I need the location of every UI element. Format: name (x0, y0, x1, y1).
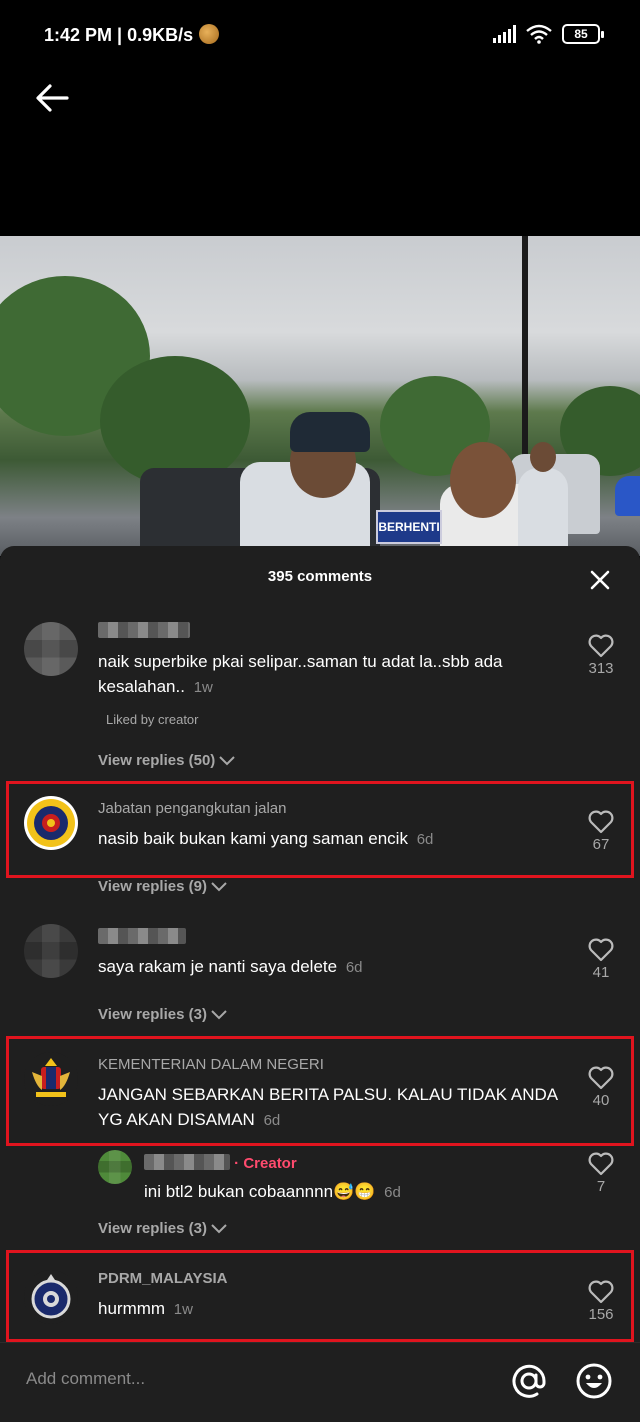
like-count: 7 (596, 1178, 606, 1195)
comment-item: saya rakam je nanti saya delete 6d 41 Vi… (0, 924, 640, 1034)
comment-text: saya rakam je nanti saya delete 6d (98, 957, 363, 976)
status-icons: 85 (493, 24, 604, 44)
mention-button[interactable] (509, 1361, 549, 1401)
view-replies-button[interactable]: View replies (3) (98, 1006, 227, 1023)
view-replies-button[interactable]: View replies (3) (98, 1220, 227, 1237)
comment-item: PDRM_MALAYSIA hurmmm 1w 156 (0, 1266, 640, 1336)
heart-outline-icon (588, 938, 614, 962)
like-button[interactable]: 156 (580, 1280, 622, 1323)
chevron-down-icon (211, 881, 227, 891)
comments-count-title: 395 comments (267, 568, 373, 585)
emoji-icon (576, 1363, 612, 1399)
like-count: 41 (592, 964, 610, 981)
chevron-down-icon (211, 1009, 227, 1019)
arrow-left-icon (36, 84, 69, 112)
at-icon (512, 1364, 546, 1398)
video-thumbnail[interactable]: BERHENTI (0, 236, 640, 556)
officer-cap (290, 412, 370, 452)
officer-head (530, 442, 556, 472)
view-replies-button[interactable]: View replies (9) (98, 878, 227, 895)
add-comment-bar: Add comment... (0, 1342, 640, 1422)
comment-username[interactable] (98, 928, 186, 948)
comment-text: JANGAN SEBARKAN BERITA PALSU. KALAU TIDA… (98, 1085, 558, 1129)
reply-username[interactable]: · Creator (144, 1154, 297, 1172)
like-button[interactable]: 7 (580, 1152, 622, 1195)
heart-outline-icon (588, 810, 614, 834)
signal-icon (493, 25, 516, 43)
liked-by-creator: Liked by creator (106, 712, 199, 727)
blurred-username (98, 622, 190, 638)
car (615, 476, 640, 516)
status-bar: 1:42 PM | 0.9KB/s 85 (0, 0, 640, 72)
avatar[interactable] (24, 1270, 78, 1324)
heart-outline-icon (588, 1066, 614, 1090)
avatar[interactable] (24, 1052, 78, 1106)
comment-text: nasib baik bukan kami yang saman encik 6… (98, 829, 434, 848)
pole (522, 236, 528, 476)
person-head (450, 442, 516, 518)
close-icon (590, 570, 610, 590)
heart-outline-icon (588, 1280, 614, 1304)
jpj-logo-icon (27, 799, 75, 847)
status-time: 1:42 PM | 0.9KB/s (44, 24, 220, 46)
like-count: 67 (592, 836, 610, 853)
comment-text: hurmmm 1w (98, 1299, 193, 1318)
avatar[interactable] (24, 924, 78, 978)
wifi-icon (526, 24, 552, 44)
like-count: 313 (588, 660, 614, 677)
kdn-coat-of-arms-icon (32, 1058, 70, 1097)
tree (100, 356, 250, 486)
comment-item: naik superbike pkai selipar..saman tu ad… (0, 612, 640, 782)
like-button[interactable]: 40 (580, 1066, 622, 1109)
avatar[interactable] (24, 622, 78, 676)
comments-sheet: 395 comments naik superbike pkai selipar… (0, 546, 640, 1422)
burger-emoji-icon (199, 24, 220, 44)
blurred-username (144, 1154, 230, 1170)
comment-username[interactable]: PDRM_MALAYSIA (98, 1270, 227, 1287)
avatar[interactable] (24, 796, 78, 850)
comment-item: Jabatan pengangkutan jalan nasib baik bu… (0, 796, 640, 906)
reply-item: · Creator ini btl2 bukan cobaannnn😅😁 6d … (0, 1148, 640, 1258)
battery-icon: 85 (562, 24, 604, 44)
pdrm-badge-icon (31, 1274, 71, 1319)
chevron-down-icon (211, 1223, 227, 1233)
creator-badge: · Creator (234, 1155, 297, 1172)
officer (518, 468, 568, 556)
like-button[interactable]: 41 (580, 938, 622, 981)
chevron-down-icon (219, 755, 236, 765)
back-button[interactable] (30, 76, 74, 120)
road-sign: BERHENTI (376, 510, 442, 544)
emoji-button[interactable] (574, 1361, 614, 1401)
close-button[interactable] (588, 568, 612, 592)
like-count: 40 (592, 1092, 610, 1109)
add-comment-input[interactable]: Add comment... (26, 1369, 145, 1389)
comment-username[interactable]: KEMENTERIAN DALAM NEGERI (98, 1056, 324, 1073)
avatar[interactable] (98, 1150, 132, 1184)
reply-text: ini btl2 bukan cobaannnn😅😁 6d (144, 1182, 401, 1201)
comment-item: KEMENTERIAN DALAM NEGERI JANGAN SEBARKAN… (0, 1052, 640, 1142)
comment-username[interactable]: Jabatan pengangkutan jalan (98, 800, 287, 817)
heart-outline-icon (588, 1152, 614, 1176)
comment-username[interactable] (98, 622, 190, 642)
comment-text: naik superbike pkai selipar..saman tu ad… (98, 652, 503, 696)
blurred-username (98, 928, 186, 944)
heart-outline-icon (588, 634, 614, 658)
like-count: 156 (588, 1306, 614, 1323)
like-button[interactable]: 67 (580, 810, 622, 853)
like-button[interactable]: 313 (580, 634, 622, 677)
view-replies-button[interactable]: View replies (50) (98, 752, 236, 769)
